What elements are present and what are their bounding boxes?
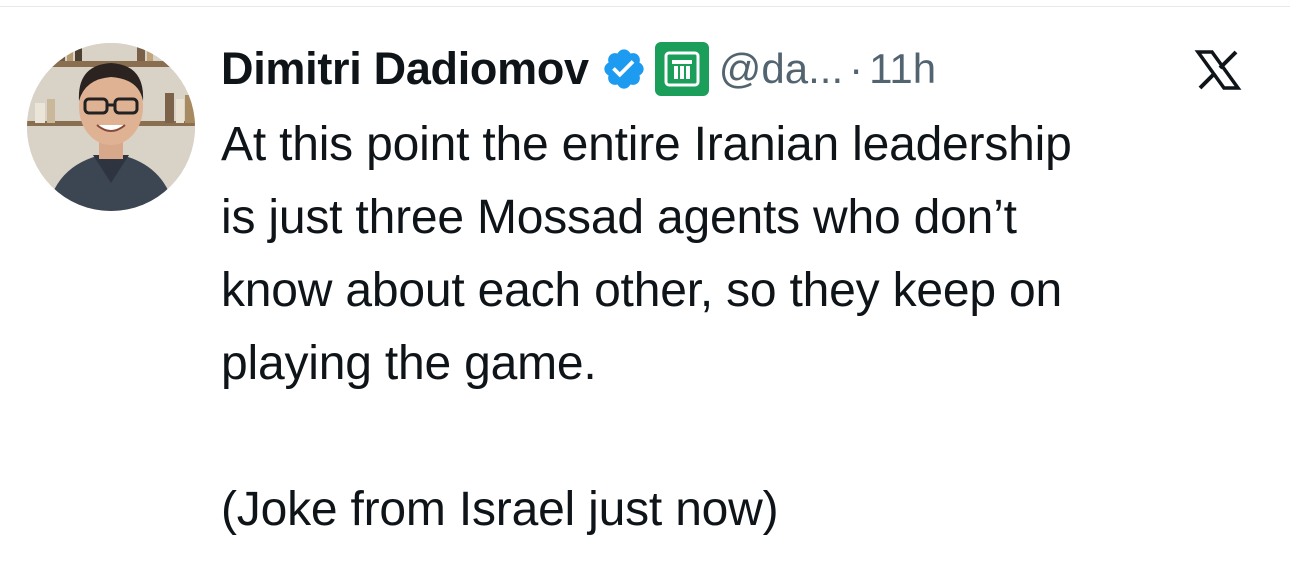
tweet-line: playing the game. <box>221 337 597 390</box>
verified-check-icon[interactable] <box>601 46 647 92</box>
company-logo-icon[interactable] <box>654 42 709 96</box>
user-handle[interactable]: @da... <box>719 45 843 93</box>
header-separator: · <box>849 45 864 92</box>
avatar[interactable] <box>27 43 195 211</box>
tweet-header: Dimitri Dadiomov @da... · 11h <box>221 36 936 102</box>
tweet-footnote: (Joke from Israel just now) <box>221 483 779 536</box>
x-logo-icon[interactable] <box>1176 50 1258 90</box>
tweet-card[interactable]: Dimitri Dadiomov @da... · 11h At this po… <box>0 0 1290 566</box>
tweet-line: At this point the entire Iranian leaders… <box>221 118 1072 171</box>
tweet-text: At this point the entire Iranian leaders… <box>221 108 1281 546</box>
tweet-timestamp[interactable]: 11h <box>869 45 936 93</box>
tweet-line: is just three Mossad agents who don’t <box>221 191 1017 244</box>
display-name[interactable]: Dimitri Dadiomov <box>221 43 589 95</box>
tweet-line: know about each other, so they keep on <box>221 264 1063 317</box>
avatar-photo <box>27 43 195 211</box>
